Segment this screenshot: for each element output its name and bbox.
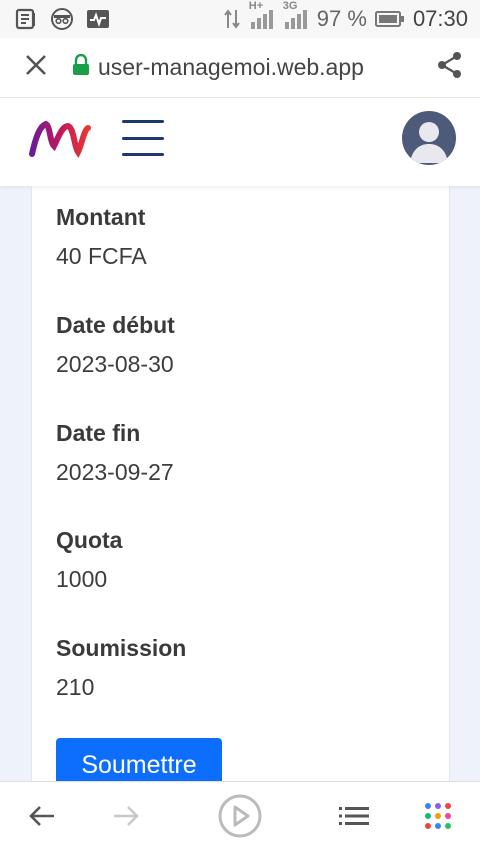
app-header [0, 98, 480, 186]
clock: 07:30 [412, 6, 468, 31]
field-value: 1000 [56, 566, 108, 592]
field-date-fin: Date fin 2023-09-27 [56, 420, 174, 486]
battery-percent: 97 % [316, 6, 367, 31]
data-arrows-icon [223, 8, 241, 30]
hamburger-menu-icon[interactable] [120, 118, 166, 158]
list-button[interactable] [324, 782, 384, 854]
forward-arrow-icon [112, 804, 140, 833]
share-icon [436, 51, 464, 84]
news-icon [14, 7, 38, 31]
field-label: Quota [56, 527, 123, 553]
field-quota: Quota 1000 [56, 527, 122, 593]
field-value: 2023-08-30 [56, 351, 174, 377]
field-label: Date début [56, 312, 175, 338]
back-arrow-icon [28, 804, 56, 833]
apps-button[interactable] [408, 782, 468, 854]
field-label: Montant [56, 204, 146, 230]
url-text: user-managemoi.web.app [98, 54, 364, 80]
forward-button[interactable] [96, 782, 156, 854]
address-bar[interactable]: user-managemoi.web.app [72, 53, 420, 82]
field-value: 210 [56, 674, 95, 700]
apps-grid-icon [423, 801, 453, 836]
browser-bar: user-managemoi.web.app [0, 38, 480, 98]
field-value: 2023-09-27 [56, 459, 174, 485]
back-button[interactable] [12, 782, 72, 854]
avatar-icon[interactable] [402, 111, 456, 165]
field-value: 40 FCFA [56, 243, 147, 269]
field-label: Soumission [56, 635, 187, 661]
field-date-debut: Date début 2023-08-30 [56, 312, 175, 378]
signal-icon: H+ [249, 0, 275, 30]
share-button[interactable] [420, 38, 480, 98]
incognito-icon [50, 7, 74, 31]
field-label: Date fin [56, 420, 141, 446]
activity-icon [86, 7, 110, 31]
battery-icon [374, 9, 405, 29]
status-bar: H+ 3G 97 % 07:30 [0, 0, 480, 38]
field-montant: Montant 40 FCFA [56, 204, 147, 270]
lock-icon [72, 53, 90, 82]
list-icon [339, 805, 369, 832]
field-soumission: Soumission 210 [56, 635, 186, 701]
close-button[interactable] [0, 38, 72, 98]
signal-icon: 3G [283, 0, 309, 30]
play-button[interactable] [210, 782, 270, 854]
play-icon [217, 793, 263, 844]
browser-bottom-nav [0, 781, 480, 854]
close-icon [24, 53, 48, 82]
logo-icon[interactable] [28, 116, 92, 164]
details-card: Montant 40 FCFA Date début 2023-08-30 Da… [31, 186, 450, 798]
